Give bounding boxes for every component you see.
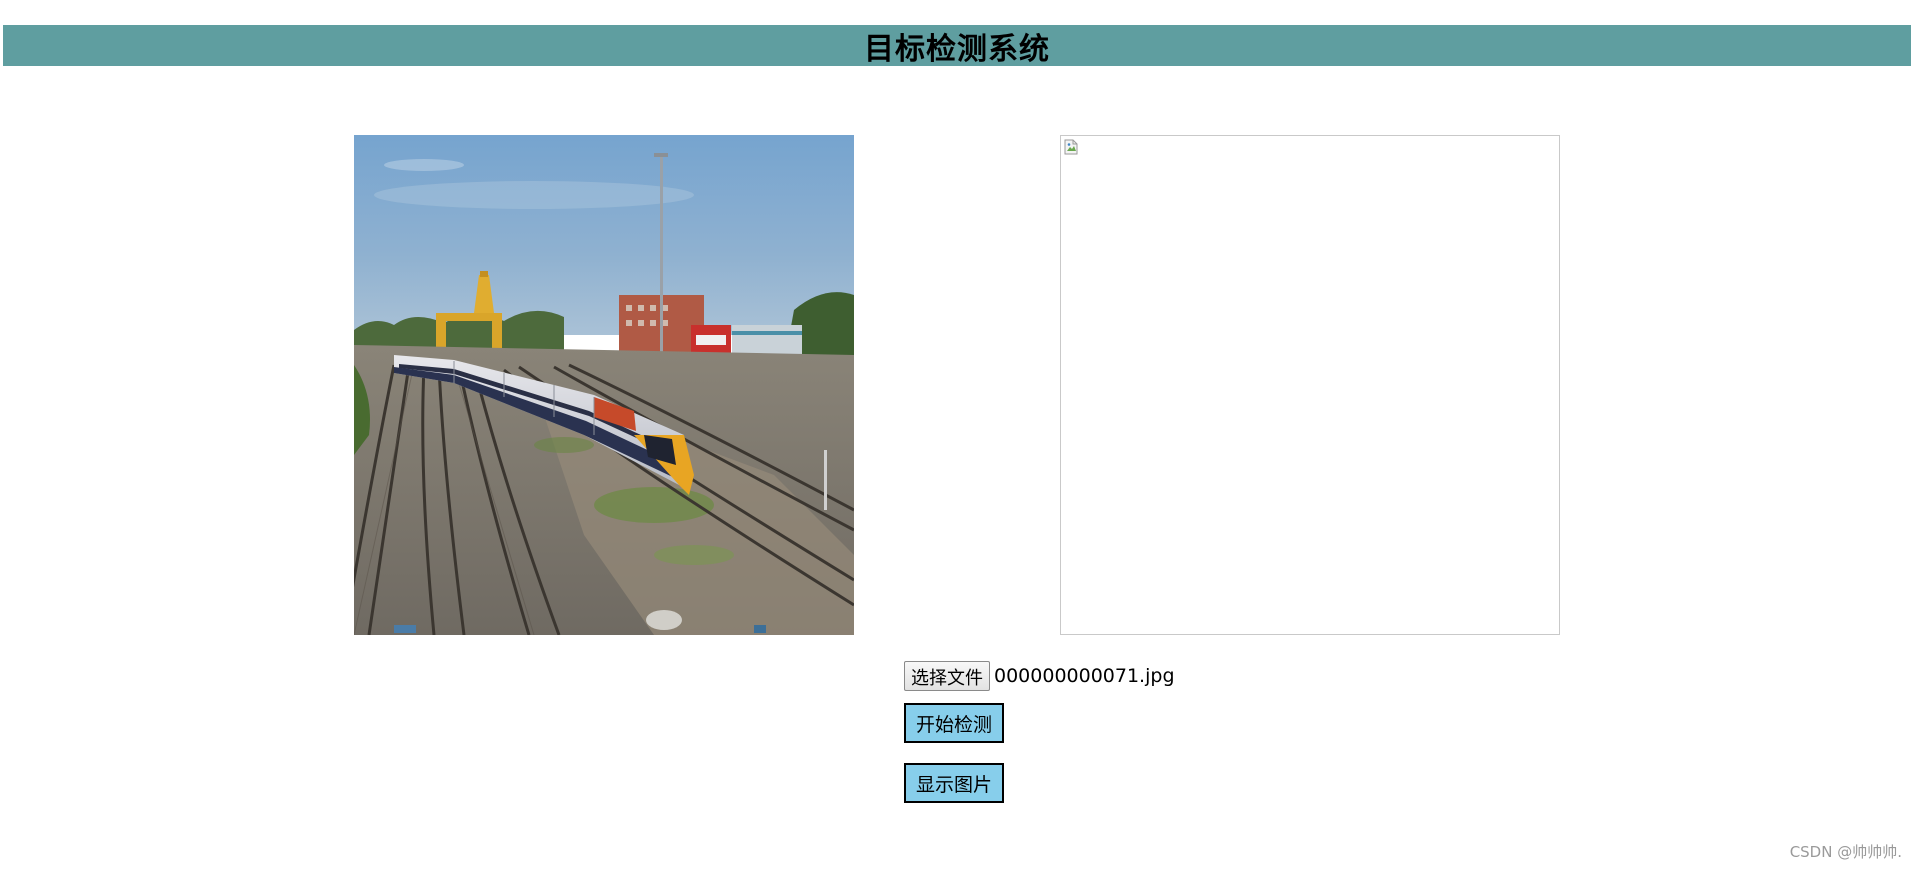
- file-name: 000000000071.jpg: [994, 665, 1175, 687]
- controls: 选择文件 000000000071.jpg 开始检测 显示图片: [904, 660, 1175, 803]
- start-detection-button[interactable]: 开始检测: [904, 703, 1005, 743]
- page-title: 目标检测系统: [864, 31, 1050, 67]
- choose-file-button[interactable]: 选择文件: [904, 661, 990, 691]
- file-input: 选择文件 000000000071.jpg: [904, 660, 1175, 692]
- page: 目标检测系统 选择文件 000000000071.jpg 开始检测 显示图片 C…: [0, 0, 1914, 870]
- broken-image-icon: [1064, 139, 1078, 155]
- input-image: [354, 135, 854, 635]
- result-image: [1060, 135, 1560, 635]
- header-bar: 目标检测系统: [3, 25, 1911, 67]
- railway-photo: [354, 135, 854, 635]
- show-image-button[interactable]: 显示图片: [904, 763, 1005, 803]
- watermark: CSDN @帅帅帅.: [1789, 843, 1902, 861]
